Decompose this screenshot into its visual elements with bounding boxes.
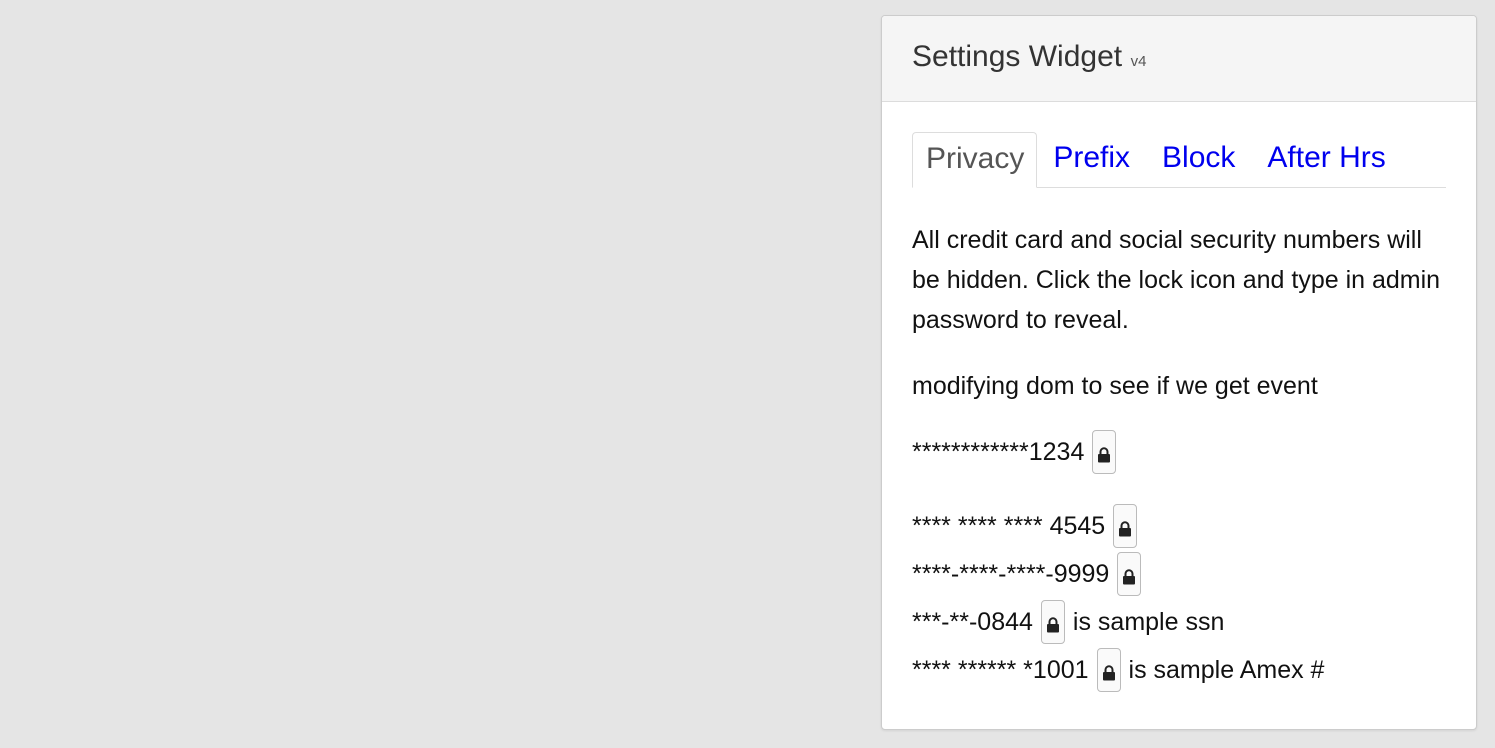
lock-icon [1119,521,1132,537]
reveal-lock-button[interactable] [1117,552,1142,596]
masked-number: **** **** **** 4545 [912,511,1106,540]
privacy-note: modifying dom to see if we get event [912,372,1318,400]
masked-number-row: **** **** **** 4545 [912,502,1446,550]
masked-ssn-row: ***-**-0844 is sample ssn [912,598,1446,646]
masked-number: ****-****-****-9999 [912,559,1110,588]
widget-version: v4 [1130,53,1147,70]
widget-title: Settings Widget [912,40,1123,73]
lock-icon [1046,617,1059,633]
reveal-lock-button[interactable] [1092,430,1117,474]
lock-icon [1098,447,1111,463]
lock-icon [1102,665,1115,681]
reveal-lock-button[interactable] [1096,648,1121,692]
masked-number-row: ****-****-****-9999 [912,550,1446,598]
masked-number-row: ************1234 [912,428,1446,476]
reveal-lock-button[interactable] [1040,600,1065,644]
tab-after-hrs[interactable]: After Hrs [1251,132,1401,187]
reveal-lock-button[interactable] [1113,504,1138,548]
widget-body: Privacy Prefix Block After Hrs All credi… [882,102,1476,694]
privacy-description: All credit card and social security numb… [912,226,1441,334]
tab-prefix[interactable]: Prefix [1037,132,1146,187]
masked-amex-row: **** ****** *1001 is sample Amex # [912,646,1446,694]
tab-block[interactable]: Block [1146,132,1251,187]
masked-ssn: ***-**-0844 [912,607,1033,636]
settings-widget: Settings Widget v4 Privacy Prefix Block … [881,15,1477,730]
sample-ssn-label: is sample ssn [1072,607,1225,636]
masked-number: ************1234 [912,437,1085,466]
tab-bar: Privacy Prefix Block After Hrs [912,132,1446,188]
lock-icon [1123,569,1136,585]
tab-privacy[interactable]: Privacy [912,132,1038,188]
masked-amex: **** ****** *1001 [912,655,1089,684]
sample-amex-label: is sample Amex # [1128,655,1325,684]
widget-header: Settings Widget v4 [882,16,1476,102]
